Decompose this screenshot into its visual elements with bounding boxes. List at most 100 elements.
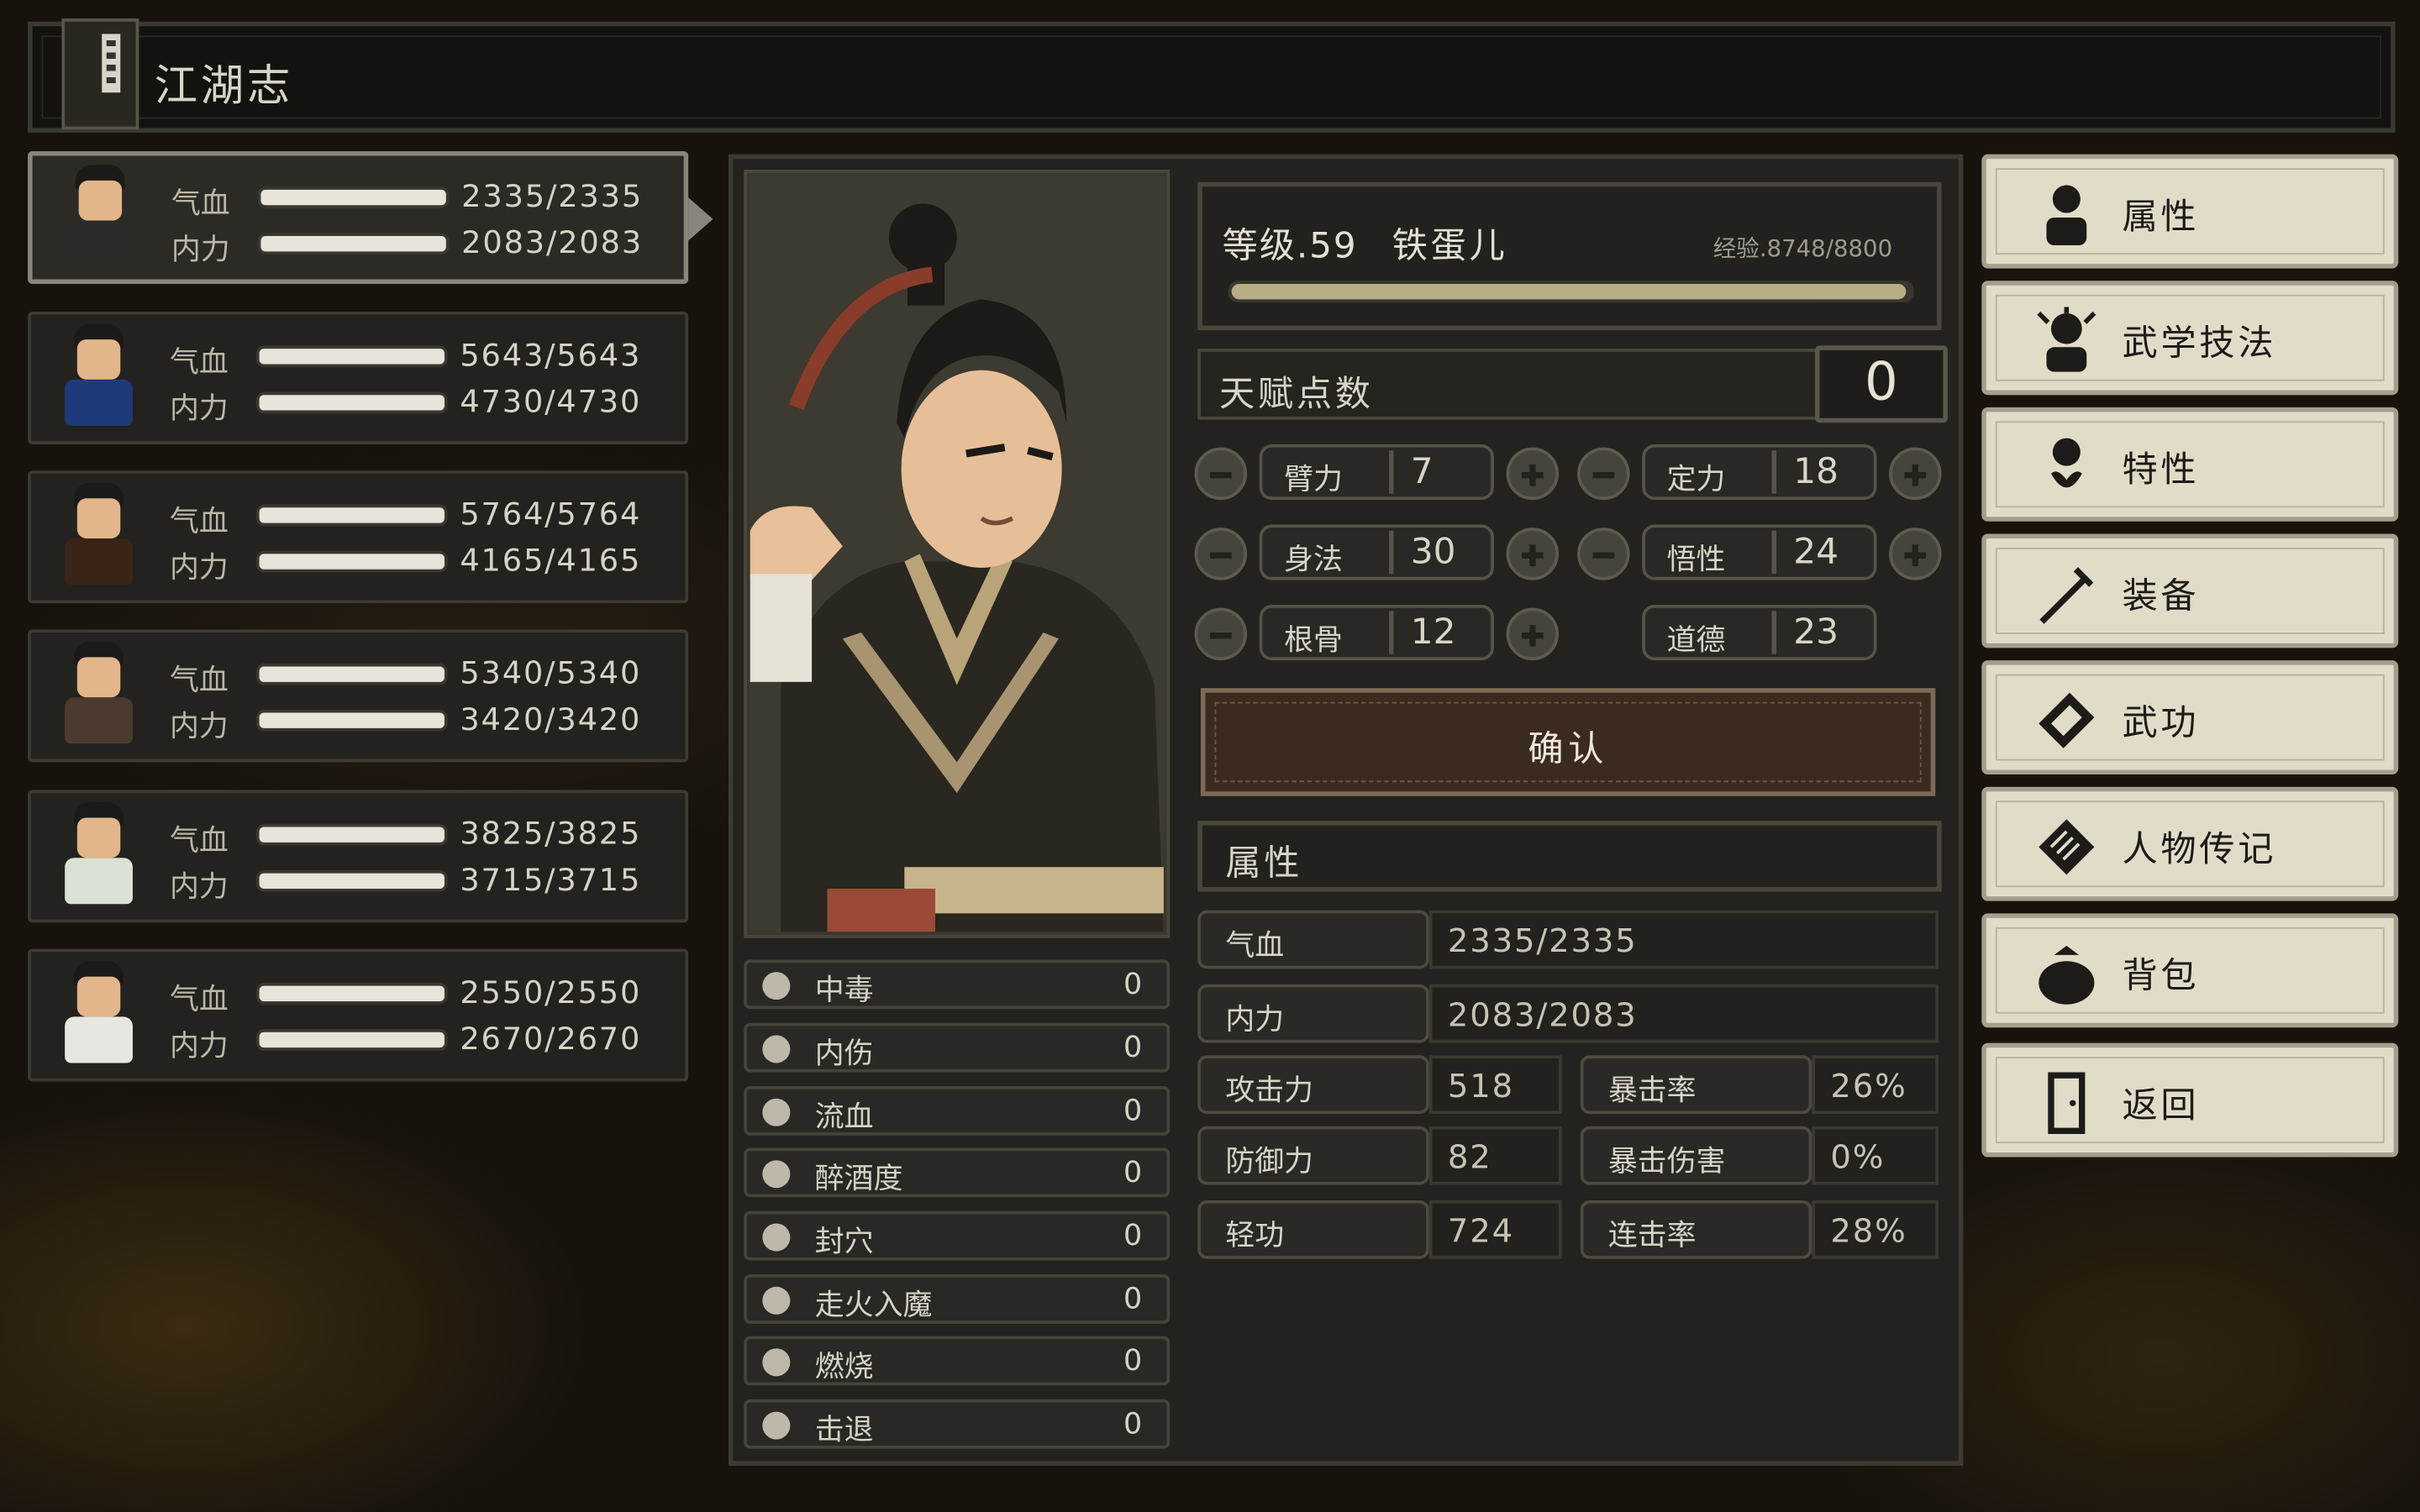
menu-biography-button[interactable]: 人物传记 [1981,786,2399,901]
attribute-value: 12 [1410,612,1456,653]
mp-bar [259,395,445,411]
party-member-card[interactable]: 气血 3825/3825 内力 3715/3715 [28,790,689,923]
menu-inventory-button[interactable]: 背包 [1981,913,2399,1028]
menu-equipment-button[interactable]: 装备 [1981,533,2399,648]
sword-icon [2039,567,2094,624]
experience-bar-fill [1231,283,1907,300]
character-name: 铁蛋儿 [1392,226,1508,267]
mp-bar [259,554,445,570]
stat-qinggong-value: 724 [1428,1200,1562,1259]
menu-martial-skills-button[interactable]: 武学技法 [1981,281,2399,396]
stats-header [1197,821,1942,892]
game-screen: 江湖志 气血 2335/2335 内力 2083/2083 气血 5643/56… [0,0,2420,1512]
character-avatar-icon [43,642,151,753]
stat-crit-damage-name: 暴击伤害 [1580,1126,1812,1185]
party-member-card[interactable]: 气血 2335/2335 内力 2083/2083 [28,150,689,284]
decrease-focus-button[interactable] [1577,447,1630,501]
hp-label: 气血 [170,504,229,539]
mp-bar [259,1032,445,1048]
status-row: 流血 0 [744,1086,1171,1136]
decrease-constitution-button[interactable] [1194,607,1248,661]
attribute-name: 悟性 [1666,543,1726,577]
increase-insight-button[interactable] [1889,528,1942,580]
decrease-agility-button[interactable] [1194,528,1248,580]
mp-label: 内力 [170,391,229,426]
character-level: 等级.59 [1222,226,1358,267]
scroll-icon [2039,819,2095,875]
stat-qinggong-name: 轻功 [1197,1200,1429,1259]
decrease-strength-button[interactable] [1194,447,1248,501]
status-value: 0 [1123,1343,1143,1378]
increase-agility-button[interactable] [1506,528,1560,580]
attribute-value: 7 [1410,452,1434,492]
status-row: 内伤 0 [744,1022,1171,1073]
status-value: 0 [1123,1030,1143,1065]
hp-bar [259,666,445,682]
stat-defense-name: 防御力 [1197,1126,1429,1185]
party-member-card[interactable]: 气血 2550/2550 内力 2670/2670 [28,948,689,1082]
hp-bar [259,985,445,1002]
party-member-card[interactable]: 气血 5643/5643 内力 4730/4730 [28,312,689,444]
attribute-name: 根骨 [1284,623,1343,658]
talent-points-value: 0 [1865,351,1898,414]
attribute-name: 身法 [1284,543,1343,577]
mp-label: 内力 [171,233,230,267]
talent-points-label: 天赋点数 [1218,375,1374,416]
hp-label: 气血 [170,982,229,1017]
hp-label: 气血 [170,345,229,380]
stat-combo-rate-value: 28% [1812,1200,1939,1259]
party-member-card[interactable]: 气血 5340/5340 内力 3420/3420 [28,629,689,763]
acupoint-icon [762,1223,791,1252]
mp-bar [259,873,445,889]
status-value: 0 [1123,1282,1143,1316]
trait-icon [2050,438,2082,488]
attribute-name: 定力 [1666,463,1726,497]
menu-attributes-button[interactable]: 属性 [1981,154,2399,269]
increase-focus-button[interactable] [1889,447,1942,501]
status-value: 0 [1123,1155,1143,1190]
menu-back-button[interactable]: 返回 [1981,1042,2399,1158]
attribute-name: 臂力 [1284,463,1343,497]
drunk-face-icon [762,1160,791,1189]
status-value: 0 [1123,1094,1143,1128]
hp-bar [259,349,445,365]
character-avatar-icon [43,323,151,435]
status-value: 0 [1123,967,1143,1002]
decrease-insight-button[interactable] [1577,528,1630,580]
hp-bar [259,827,445,843]
hp-label: 气血 [171,186,230,221]
character-avatar-icon [43,961,151,1072]
menu-traits-button[interactable]: 特性 [1981,407,2399,522]
stat-hp-value: 2335/2335 [1428,910,1939,969]
stat-crit-damage-value: 0% [1812,1126,1939,1185]
status-name: 醉酒度 [814,1162,903,1196]
mp-bar [259,712,445,728]
attribute-value: 23 [1793,612,1839,653]
menu-kungfu-button[interactable]: 武功 [1981,660,2399,775]
hp-value: 2335/2335 [461,177,644,215]
journal-book-icon [61,18,139,130]
character-avatar-icon [43,482,151,594]
attribute-value: 24 [1793,532,1839,573]
mp-value: 3715/3715 [460,860,642,898]
title-bar [28,21,2396,133]
party-member-card[interactable]: 气血 5764/5764 内力 4165/4165 [28,470,689,604]
stat-combo-rate-name: 连击率 [1580,1200,1812,1259]
mp-label: 内力 [170,1029,229,1063]
mp-value: 2083/2083 [461,223,644,261]
status-row: 中毒 0 [744,959,1171,1010]
character-avatar-icon [45,165,153,276]
stat-mp-value: 2083/2083 [1428,984,1939,1043]
martial-skill-icon [2037,307,2096,372]
attribute-value: 18 [1793,452,1839,492]
status-value: 0 [1123,1218,1143,1253]
page-title: 江湖志 [154,60,294,112]
increase-constitution-button[interactable] [1506,607,1560,661]
stat-mp-name: 内力 [1197,984,1429,1043]
menu-label: 武功 [2122,703,2200,744]
attribute-value: 30 [1410,532,1456,573]
increase-strength-button[interactable] [1506,447,1560,501]
bag-icon [2039,945,2095,1005]
demon-face-icon [762,1286,791,1315]
selected-arrow-icon [688,197,713,241]
